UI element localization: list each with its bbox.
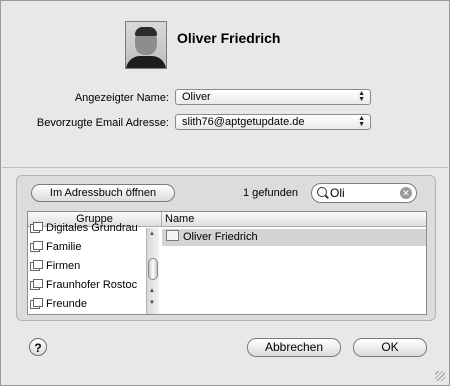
group-label: Freunde: [46, 298, 87, 310]
scroll-down-icon[interactable]: ▲: [149, 288, 155, 294]
group-icon: [30, 279, 43, 290]
group-item[interactable]: Freunde: [30, 295, 146, 314]
results-count: 1 gefunden: [243, 187, 299, 199]
group-label: Familie: [46, 241, 82, 253]
group-label: Firmen: [46, 260, 81, 272]
scroll-thumb[interactable]: [148, 258, 158, 280]
divider: [2, 167, 448, 168]
help-button[interactable]: ?: [29, 338, 47, 356]
scroll-down-icon[interactable]: ▼: [149, 300, 155, 306]
contacts-browser: Gruppe Name Digitales Grundrau Familie F…: [27, 211, 427, 315]
group-label: Digitales Grundrau: [46, 222, 138, 234]
scroll-up-icon[interactable]: ▲: [149, 231, 155, 237]
clear-search-icon[interactable]: ✕: [400, 187, 412, 199]
email-label: Bevorzugte Email Adresse:: [36, 117, 169, 129]
group-item[interactable]: Fraunhofer Rostoc: [30, 276, 146, 295]
contact-photo[interactable]: [125, 21, 167, 69]
group-item[interactable]: Firmen: [30, 257, 146, 276]
resize-grip[interactable]: [435, 371, 445, 381]
updown-arrows-icon: ▲ ▼: [358, 90, 365, 103]
group-icon: [30, 260, 43, 271]
open-addressbook-button[interactable]: Im Adressbuch öffnen: [31, 184, 175, 202]
search-icon: [317, 187, 327, 197]
result-name: Oliver Friedrich: [183, 231, 258, 243]
group-icon: [30, 241, 43, 252]
display-name-popup[interactable]: Oliver ▲ ▼: [175, 89, 371, 105]
photo-hair: [135, 27, 157, 36]
contact-dialog: Oliver Friedrich Angezeigter Name: Olive…: [0, 0, 450, 386]
group-icon: [30, 298, 43, 309]
search-value: Oli: [330, 186, 345, 200]
ok-button[interactable]: OK: [353, 338, 427, 357]
group-icon: [30, 222, 43, 233]
result-row[interactable]: Oliver Friedrich: [162, 229, 426, 246]
photo-shoulders: [126, 56, 166, 68]
updown-arrows-icon: ▲ ▼: [358, 115, 365, 128]
display-name-value: Oliver: [182, 91, 211, 103]
email-popup[interactable]: slith76@aptgetupdate.de ▲ ▼: [175, 114, 371, 130]
cancel-button[interactable]: Abbrechen: [247, 338, 341, 357]
group-scrollbar[interactable]: ▲ ▲ ▼: [146, 228, 159, 314]
contact-card-icon: [166, 230, 179, 241]
search-field[interactable]: Oli ✕: [311, 183, 417, 203]
name-column-header[interactable]: Name: [162, 212, 426, 227]
group-item[interactable]: Familie: [30, 238, 146, 257]
contact-name: Oliver Friedrich: [177, 30, 281, 46]
group-label: Fraunhofer Rostoc: [46, 279, 138, 291]
email-value: slith76@aptgetupdate.de: [182, 116, 305, 128]
display-name-label: Angezeigter Name:: [74, 92, 169, 104]
group-item[interactable]: Digitales Grundrau: [30, 219, 146, 238]
